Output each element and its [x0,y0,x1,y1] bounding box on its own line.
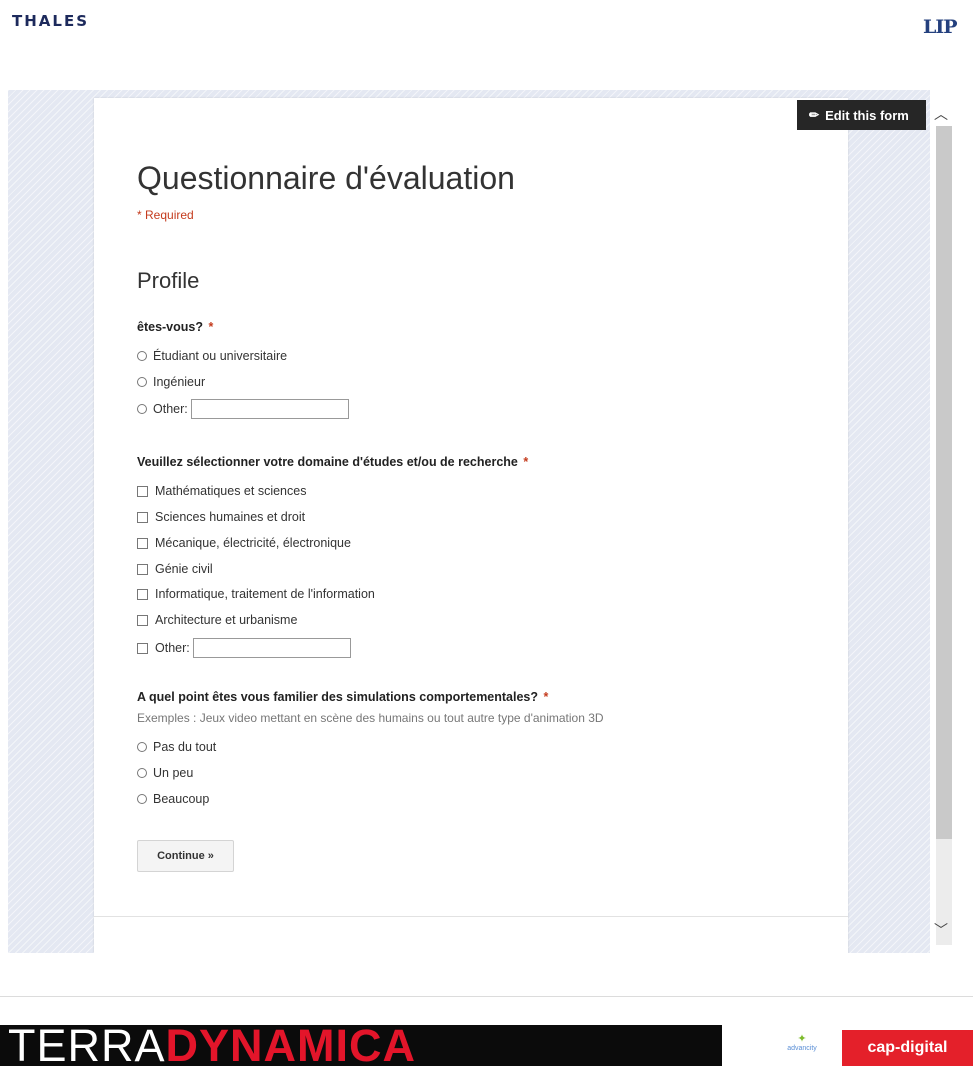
option-label: Sciences humaines et droit [155,510,306,524]
checkbox-icon[interactable] [137,563,148,575]
edit-form-label: Edit this form [825,107,909,123]
option-label: Mécanique, électricité, électronique [155,536,351,550]
radio-icon[interactable] [137,742,147,752]
required-note: * Required [137,208,194,222]
advancity-label: advancity [787,1045,817,1052]
radio-option-etudiant[interactable]: Étudiant ou universitaire [137,347,287,365]
checkbox-icon[interactable] [137,614,148,626]
banner-part-2: DYNAMICA [165,1025,417,1066]
option-label: Other: [153,402,188,416]
checkbox-option-math[interactable]: Mathématiques et sciences [137,482,306,500]
radio-icon[interactable] [137,794,147,804]
checkbox-option-humaines[interactable]: Sciences humaines et droit [137,508,305,526]
leaf-icon: ✦ [797,1033,807,1045]
required-star: * [543,690,549,704]
question-1-text: êtes-vous? [137,320,203,334]
option-label: Génie civil [155,562,213,576]
scrollbar-thumb[interactable] [936,126,952,839]
question-3-help: Exemples : Jeux video mettant en scène d… [137,711,604,725]
option-label: Other: [155,641,190,655]
chevron-up-icon[interactable]: ︿ [934,104,948,124]
checkbox-icon[interactable] [137,485,148,497]
required-star: * [523,455,529,469]
radio-option-ingenieur[interactable]: Ingénieur [137,373,205,391]
question-2-label: Veuillez sélectionner votre domaine d'ét… [137,455,528,469]
chevron-down-icon[interactable]: ﹀ [934,920,948,940]
radio-icon[interactable] [137,404,147,414]
footer-divider [0,996,973,997]
checkbox-icon[interactable] [137,642,148,654]
other-text-input[interactable] [192,638,351,658]
option-label: Étudiant ou universitaire [153,349,288,363]
question-3-text: A quel point êtes vous familier des simu… [137,690,539,704]
question-1-label: êtes-vous? * [137,320,213,334]
question-3-label: A quel point êtes vous familier des simu… [137,690,548,704]
option-label: Beaucoup [153,792,210,806]
terra-dynamica-banner: TERRADYNAMICA [0,1025,722,1066]
banner-text: TERRADYNAMICA [8,1025,416,1066]
option-label: Ingénieur [153,375,206,389]
other-text-input[interactable] [190,399,349,419]
radio-icon[interactable] [137,351,147,361]
checkbox-option-architecture[interactable]: Architecture et urbanisme [137,611,297,629]
advancity-logo: ✦ advancity [776,1033,828,1059]
radio-option-beaucoup[interactable]: Beaucoup [137,790,209,808]
radio-icon[interactable] [137,768,147,778]
checkbox-option-genie-civil[interactable]: Génie civil [137,560,213,578]
checkbox-icon[interactable] [137,588,148,600]
checkbox-option-mecanique[interactable]: Mécanique, électricité, électronique [137,534,351,552]
cap-digital-logo: cap-digital [842,1030,973,1066]
checkbox-icon[interactable] [137,511,148,523]
option-label: Pas du tout [153,740,217,754]
continue-button[interactable]: Continue » [137,840,234,872]
option-label: Informatique, traitement de l'informatio… [155,587,375,601]
option-label: Architecture et urbanisme [155,613,298,627]
thales-logo: THALES [12,12,90,30]
radio-option-un-peu[interactable]: Un peu [137,764,193,782]
radio-icon[interactable] [137,377,147,387]
option-label: Mathématiques et sciences [155,484,307,498]
required-star: * [208,320,214,334]
radio-option-pas-du-tout[interactable]: Pas du tout [137,738,216,756]
option-label: Un peu [153,766,194,780]
checkbox-option-informatique[interactable]: Informatique, traitement de l'informatio… [137,585,375,603]
banner-part-1: TERRA [8,1025,166,1066]
lip-logo: LIP [923,16,958,38]
pencil-icon: ✏ [809,108,820,122]
question-2-text: Veuillez sélectionner votre domaine d'ét… [137,455,518,469]
checkbox-option-other[interactable]: Other: [137,638,351,658]
radio-option-other[interactable]: Other: [137,399,349,419]
card-divider [94,916,848,917]
form-title: Questionnaire d'évaluation [137,160,515,196]
checkbox-icon[interactable] [137,537,148,549]
edit-form-button[interactable]: ✏ Edit this form [797,100,926,130]
section-title: Profile [137,268,200,293]
